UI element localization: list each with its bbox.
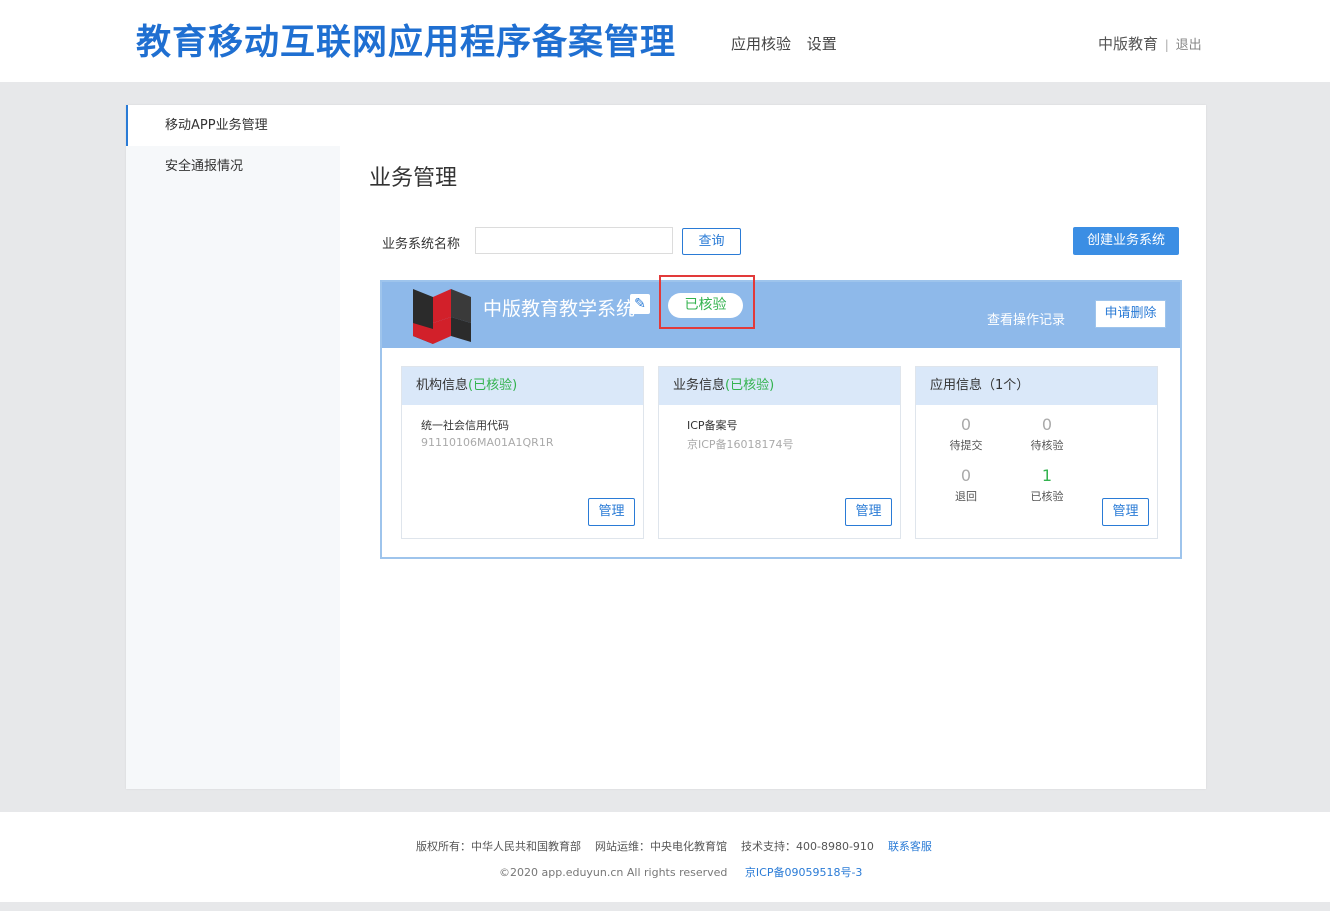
biz-manage-button[interactable]: 管理 [845,498,892,526]
view-log-link[interactable]: 查看操作记录 [987,309,1065,328]
bottom-strip [0,902,1330,911]
sidebar-item-security-report[interactable]: 安全通报情况 [126,146,340,187]
search-input[interactable] [475,227,673,254]
org-info-box: 机构信息(已核验) 统一社会信用代码 91110106MA01A1QR1R 管理 [401,366,644,539]
credit-code-value: 91110106MA01A1QR1R [421,436,554,449]
credit-code-label: 统一社会信用代码 [421,419,509,432]
footer: 版权所有：中华人民共和国教育部 网站运维：中央电化教育馆 技术支持：400-89… [0,812,1330,902]
org-manage-button[interactable]: 管理 [588,498,635,526]
query-button[interactable]: 查询 [682,228,741,255]
stat-pending-submit: 0 待提交 [936,415,996,453]
system-logo-icon [413,289,471,344]
main-panel: 移动APP业务管理 安全通报情况 业务管理 业务系统名称 查询 创建业务系统 中… [126,105,1206,789]
status-highlight-box [659,275,755,329]
stat-returned: 0 退回 [936,466,996,504]
org-info-status: (已核验) [468,378,518,393]
edit-icon[interactable]: ✎ [630,294,650,314]
org-info-header: 机构信息(已核验) [402,367,643,405]
stat-label: 已核验 [1030,490,1064,503]
stat-label: 待提交 [949,439,983,452]
nav-settings[interactable]: 设置 [807,35,837,53]
nav-app-verify[interactable]: 应用核验 [731,35,791,53]
user-separator: | [1164,38,1169,52]
footer-copyright: 版权所有：中华人民共和国教育部 [416,840,581,853]
page-title: 业务管理 [369,166,458,191]
footer-support: 技术支持：400-8980-910 [741,840,874,853]
app-info-box: 应用信息（1个） 0 待提交 0 待核验 0 退回 1 已核验 管理 [915,366,1158,539]
logout-link[interactable]: 退出 [1176,38,1202,53]
biz-info-status: (已核验) [725,378,775,393]
stat-pending-verify: 0 待核验 [1017,415,1077,453]
contact-service-link[interactable]: 联系客服 [888,840,932,853]
top-header: 教育移动互联网应用程序备案管理 应用核验 设置 中版教育 | 退出 [0,0,1330,82]
stat-label: 退回 [955,490,977,503]
request-delete-button[interactable]: 申请删除 [1095,300,1166,328]
org-info-title: 机构信息 [416,378,469,393]
site-title: 教育移动互联网应用程序备案管理 [136,23,677,63]
system-card-header: 中版教育教学系统 ✎ 已核验 查看操作记录 申请删除 [382,282,1180,348]
sidebar-item-app-business[interactable]: 移动APP业务管理 [126,105,340,146]
footer-icp-link[interactable]: 京ICP备09059518号-3 [745,866,863,879]
footer-line-1: 版权所有：中华人民共和国教育部 网站运维：中央电化教育馆 技术支持：400-89… [416,838,932,854]
user-name[interactable]: 中版教育 [1098,35,1158,53]
stat-value: 0 [960,415,972,434]
biz-info-header: 业务信息(已核验) [659,367,900,405]
icp-value: 京ICP备16018174号 [687,438,794,451]
top-nav: 应用核验 设置 [731,33,848,54]
footer-line-2: ©2020 app.eduyun.cn All rights reserved … [499,864,862,880]
app-manage-button[interactable]: 管理 [1102,498,1149,526]
user-box: 中版教育 | 退出 [1098,33,1202,54]
icp-label: ICP备案号 [687,419,738,432]
sidebar: 移动APP业务管理 安全通报情况 [126,105,340,789]
stat-value: 1 [1041,466,1053,485]
stat-verified: 1 已核验 [1017,466,1077,504]
stat-value: 0 [1041,415,1053,434]
system-name: 中版教育教学系统 [483,298,636,320]
biz-info-box: 业务信息(已核验) ICP备案号 京ICP备16018174号 管理 [658,366,901,539]
app-info-header: 应用信息（1个） [916,367,1157,405]
stat-label: 待核验 [1030,439,1064,452]
stat-value: 0 [960,466,972,485]
create-system-button[interactable]: 创建业务系统 [1073,227,1179,255]
footer-rights: ©2020 app.eduyun.cn All rights reserved [499,866,728,879]
footer-operator: 网站运维：中央电化教育馆 [595,840,727,853]
system-card: 中版教育教学系统 ✎ 已核验 查看操作记录 申请删除 机构信息(已核验) 统一社… [380,280,1182,559]
biz-info-title: 业务信息 [673,378,726,393]
search-label: 业务系统名称 [382,237,461,252]
